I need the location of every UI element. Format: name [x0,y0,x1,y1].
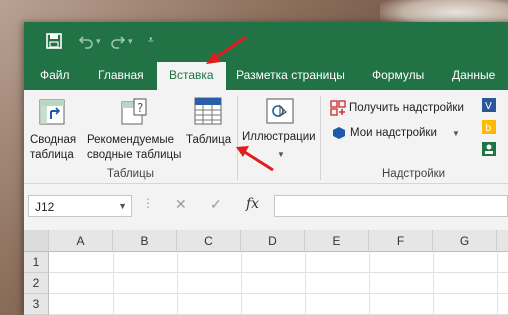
gridline [369,252,370,315]
redo-icon[interactable] [110,33,126,53]
undo-dropdown-icon[interactable]: ▾ [96,33,101,49]
visio-icon[interactable]: V [482,98,496,117]
quick-access-toolbar: ▾ ▾ ⩡ [24,22,508,60]
my-addins-dropdown-icon[interactable]: ▼ [452,127,460,140]
table-row[interactable] [49,273,508,294]
pivot-table-label-2: таблица [30,149,74,161]
table-icon [194,96,222,131]
cancel-icon[interactable]: ✕ [175,196,187,213]
ribbon-insert: Сводная таблица ? Рекомендуемые сводные … [24,90,508,184]
bing-icon[interactable]: b [482,120,496,139]
tab-insert[interactable]: Вставка [157,62,226,90]
people-graph-icon[interactable] [482,142,496,161]
undo-icon[interactable] [78,33,94,53]
excel-window: ▾ ▾ ⩡ Файл Главная Вставка Разметка стра… [24,22,508,315]
name-box-dropdown-icon[interactable]: ▼ [118,201,127,211]
tab-home[interactable]: Главная [98,68,144,82]
pivot-table-icon [38,98,66,131]
column-header-partial [497,230,508,252]
pivot-table-label-1: Сводная [30,134,77,146]
table-label: Таблица [186,134,232,146]
column-header-e[interactable]: E [305,230,369,252]
recommended-pivot-icon: ? [120,98,148,131]
illustrations-icon [266,98,294,129]
customize-qat-icon[interactable]: ⩡ [148,33,154,49]
column-header-a[interactable]: A [49,230,113,252]
illustrations-dropdown-icon: ▼ [277,150,285,159]
formula-bar-grip-icon: ⋮ [142,196,154,210]
name-box[interactable]: J12 ▼ [28,195,132,217]
gridline [177,252,178,315]
column-header-b[interactable]: B [113,230,177,252]
tables-group-label: Таблицы [107,168,154,180]
row-header-1[interactable]: 1 [24,252,49,273]
ribbon-separator [320,96,321,180]
recommended-pivot-label-1: Рекомендуемые [87,134,175,146]
redo-dropdown-icon[interactable]: ▾ [128,33,133,49]
table-row[interactable] [49,294,508,315]
row-header-2[interactable]: 2 [24,273,49,294]
formula-bar: J12 ▼ ⋮ ✕ ✓ fx [24,184,508,230]
tab-page-layout[interactable]: Разметка страницы [236,68,345,82]
column-header-c[interactable]: C [177,230,241,252]
recommended-pivot-label-2: сводные таблицы [87,149,182,161]
addins-store-icon [330,100,346,121]
tab-data[interactable]: Данные [452,68,495,82]
row-header-3[interactable]: 3 [24,294,49,315]
worksheet-grid[interactable]: A B C D E F G 1 2 3 [24,230,508,315]
select-all-corner[interactable] [24,230,49,252]
tab-formulas[interactable]: Формулы [372,68,424,82]
gridline [241,252,242,315]
table-row[interactable] [49,252,508,273]
column-header-f[interactable]: F [369,230,433,252]
illustrations-label: Иллюстрации [242,131,316,143]
my-addins-label: Мои надстройки [350,127,437,139]
save-icon[interactable] [46,33,62,53]
addins-group-label: Надстройки [382,168,446,180]
gridline [433,252,434,315]
svg-text:?: ? [137,101,143,115]
formula-input[interactable] [274,195,508,217]
gridline [497,252,498,315]
column-header-d[interactable]: D [241,230,305,252]
enter-icon[interactable]: ✓ [210,196,222,213]
my-addins-icon [332,126,346,145]
ribbon-tabs: Файл Главная Вставка Разметка страницы Ф… [24,60,508,90]
column-header-g[interactable]: G [433,230,497,252]
get-addins-label: Получить надстройки [349,102,464,114]
ribbon-separator [237,96,238,180]
tab-file[interactable]: Файл [40,68,70,82]
name-box-value: J12 [35,200,55,214]
svg-text:b: b [485,123,491,134]
gridline [305,252,306,315]
gridline [113,252,114,315]
insert-function-icon[interactable]: fx [246,196,259,212]
svg-text:V: V [485,101,492,112]
